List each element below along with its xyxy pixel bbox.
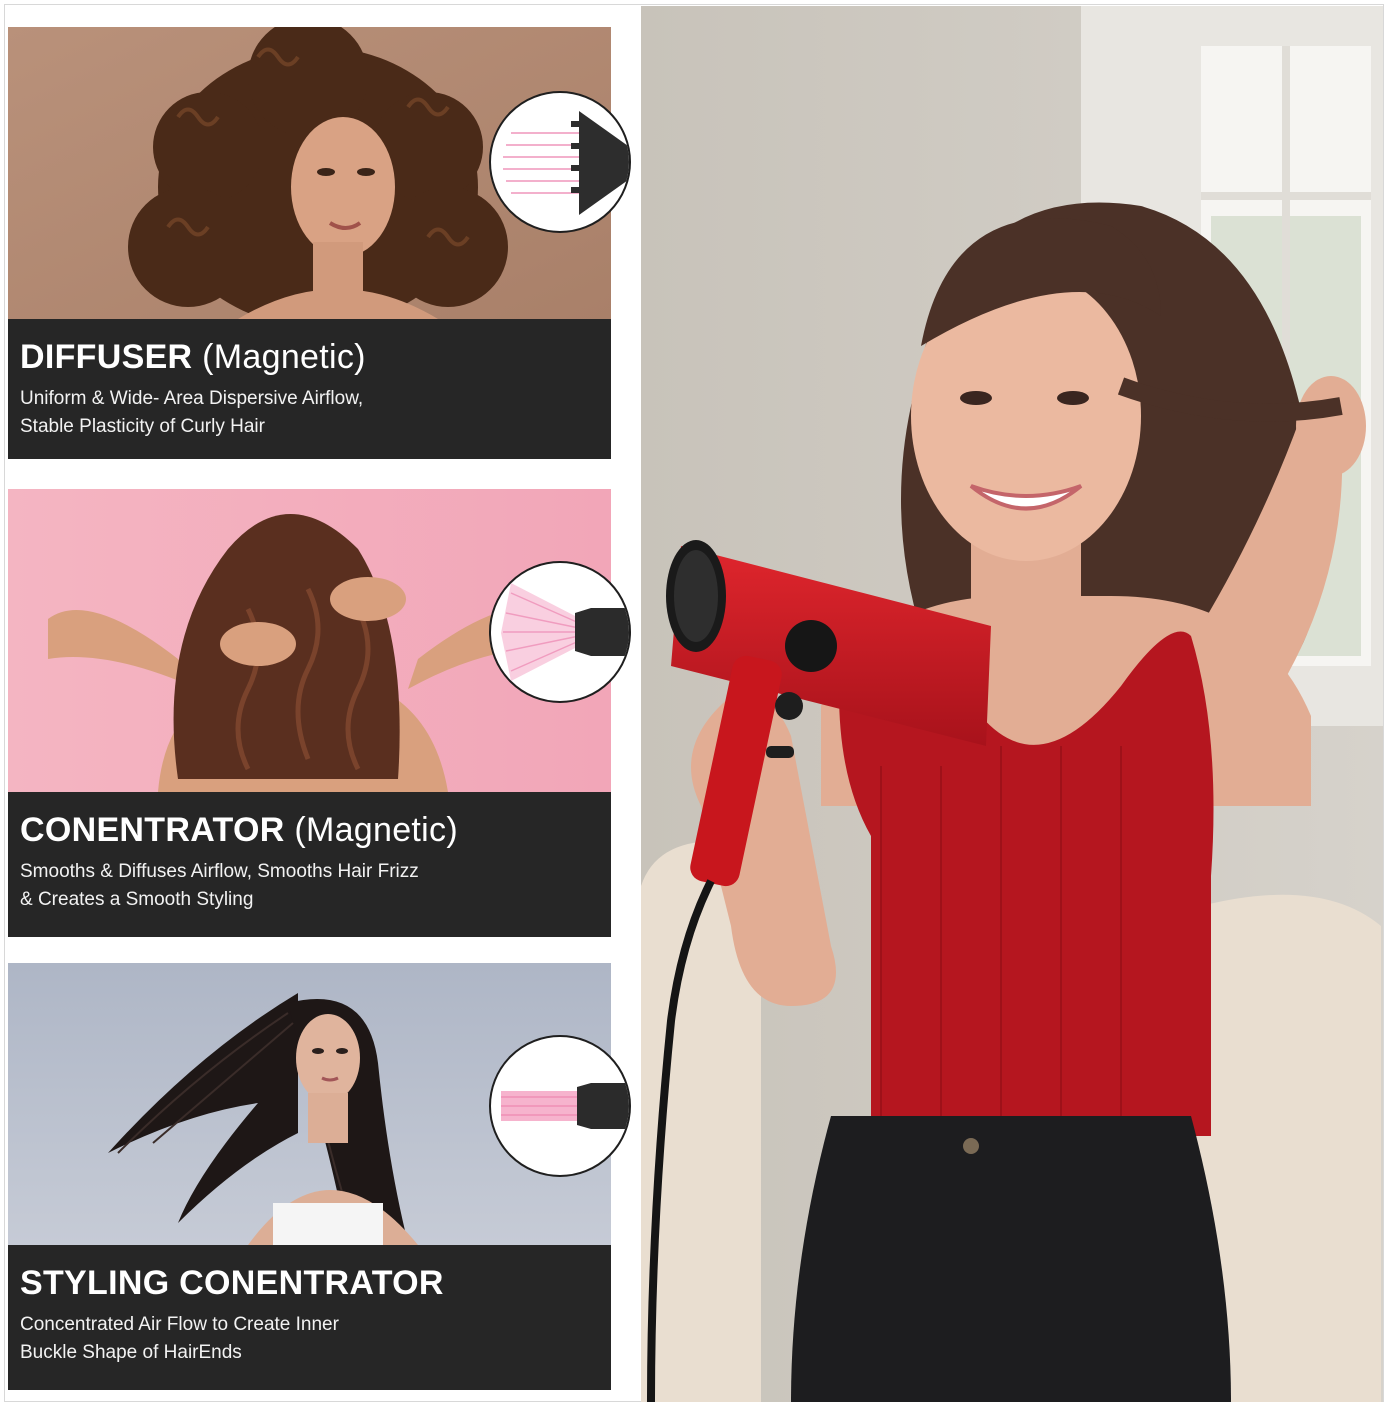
concentrator-description: Smooths & Diffuses Airflow, Smooths Hair… [20,861,419,910]
concentrator-title: CONENTRATOR (Magnetic) [20,811,458,849]
diffuser-card: DIFFUSER (Magnetic) Uniform & Wide- Area… [8,27,611,459]
diffuser-description: Uniform & Wide- Area Dispersive Airflow,… [20,388,364,437]
styling-concentrator-card: STYLING CONENTRATOR Concentrated Air Flo… [8,963,611,1390]
styling-concentrator-attachment-icon [489,1035,631,1177]
styling-concentrator-description: Concentrated Air Flow to Create Inner Bu… [20,1314,339,1363]
concentrator-card: CONENTRATOR (Magnetic) Smooths & Diffuse… [8,489,611,937]
diffuser-caption: DIFFUSER (Magnetic) Uniform & Wide- Area… [8,319,611,459]
diffuser-title: DIFFUSER (Magnetic) [20,338,366,376]
woman-using-hair-dryer-photo [641,6,1383,1402]
styling-concentrator-caption: STYLING CONENTRATOR Concentrated Air Flo… [8,1245,611,1390]
concentrator-caption: CONENTRATOR (Magnetic) Smooths & Diffuse… [8,792,611,937]
diffuser-attachment-icon [489,91,631,233]
styling-concentrator-title: STYLING CONENTRATOR [20,1264,444,1302]
concentrator-attachment-icon [489,561,631,703]
